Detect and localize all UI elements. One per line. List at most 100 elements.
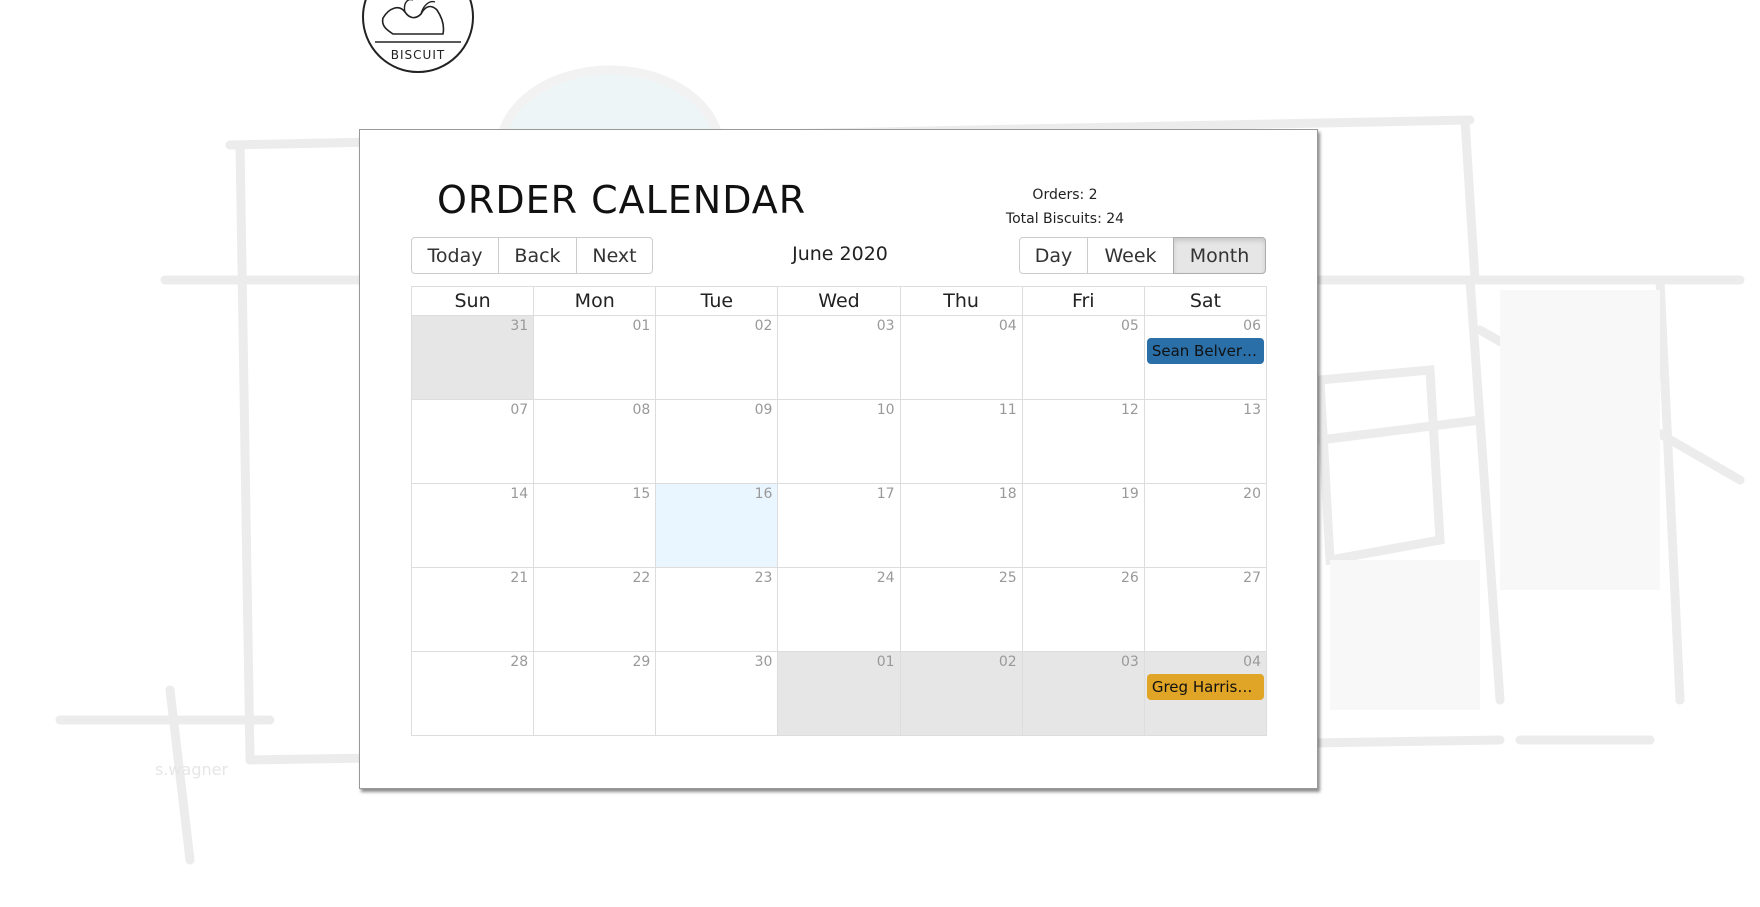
navigation-buttons: Today Back Next (411, 237, 653, 274)
page-title: ORDER CALENDAR (437, 178, 807, 222)
day-number: 11 (998, 402, 1017, 418)
day-cell[interactable]: 05 (1021, 316, 1144, 399)
weekday-fri: Fri (1021, 287, 1144, 315)
day-number: 29 (632, 654, 651, 670)
week-row: 31 01 02 03 04 05 06 Sean Belverst... (411, 316, 1267, 400)
day-number: 02 (754, 318, 773, 334)
weekday-sun: Sun (454, 290, 491, 312)
day-cell[interactable]: 26 (1021, 568, 1144, 651)
next-button[interactable]: Next (576, 237, 653, 274)
day-cell[interactable]: 14 (412, 484, 534, 567)
back-button[interactable]: Back (498, 237, 577, 274)
order-event-greg[interactable]: Greg Harrison ... (1146, 674, 1264, 700)
week-row: 28 29 30 01 02 03 04 Greg Harrison ... (411, 652, 1267, 736)
day-view-button[interactable]: Day (1019, 237, 1088, 274)
weekday-mon: Mon (533, 287, 655, 315)
current-month-label: June 2020 (792, 243, 888, 265)
day-cell[interactable]: 24 (777, 568, 900, 651)
day-cell[interactable]: 01 (533, 316, 656, 399)
weekday-thu: Thu (899, 287, 1022, 315)
day-cell[interactable]: 01 (777, 652, 900, 735)
day-number: 31 (510, 318, 529, 334)
day-cell[interactable]: 21 (412, 568, 534, 651)
day-cell[interactable]: 10 (777, 400, 900, 483)
day-cell[interactable]: 12 (1021, 400, 1144, 483)
day-number: 04 (1243, 654, 1261, 670)
day-cell[interactable]: 30 (655, 652, 778, 735)
day-cell[interactable]: 13 (1143, 400, 1266, 483)
day-cell[interactable]: 02 (655, 316, 778, 399)
day-cell[interactable]: 23 (655, 568, 778, 651)
week-view-button[interactable]: Week (1087, 237, 1174, 274)
week-row: 21 22 23 24 25 26 27 (411, 568, 1267, 652)
day-cell[interactable]: 27 (1143, 568, 1266, 651)
month-view-button[interactable]: Month (1173, 237, 1266, 274)
day-cell[interactable]: 29 (533, 652, 656, 735)
day-cell[interactable]: 25 (899, 568, 1022, 651)
day-cell[interactable]: 15 (533, 484, 656, 567)
day-number: 09 (754, 402, 773, 418)
today-cell[interactable]: 16 (655, 484, 778, 567)
day-number: 14 (510, 486, 529, 502)
week-row: 07 08 09 10 11 12 13 (411, 400, 1267, 484)
day-number: 24 (876, 570, 895, 586)
day-cell[interactable]: 28 (412, 652, 534, 735)
day-number: 23 (754, 570, 773, 586)
order-event-sean[interactable]: Sean Belverst... (1146, 338, 1264, 364)
biscuit-logo: BISCUIT (362, 0, 474, 73)
weekday-sat: Sat (1143, 287, 1266, 315)
weekday-wed: Wed (777, 287, 899, 315)
order-calendar-card: ORDER CALENDAR Orders: 2 Total Biscuits:… (359, 129, 1318, 789)
day-number: 03 (876, 318, 895, 334)
day-number: 05 (1121, 318, 1139, 334)
day-number: 01 (632, 318, 651, 334)
day-cell[interactable]: 06 Sean Belverst... (1143, 316, 1266, 399)
day-cell[interactable]: 17 (777, 484, 900, 567)
day-cell[interactable]: 08 (533, 400, 656, 483)
day-number: 22 (632, 570, 651, 586)
day-number: 01 (876, 654, 895, 670)
day-number: 06 (1243, 318, 1261, 334)
day-cell[interactable]: 22 (533, 568, 656, 651)
day-number: 26 (1121, 570, 1139, 586)
day-number: 27 (1243, 570, 1261, 586)
day-number: 12 (1121, 402, 1139, 418)
day-number: 10 (876, 402, 895, 418)
day-cell[interactable]: 04 (899, 316, 1022, 399)
day-cell[interactable]: 04 Greg Harrison ... (1143, 652, 1266, 735)
illustration-signature: s.wagner (155, 760, 228, 779)
day-cell[interactable]: 07 (412, 400, 534, 483)
day-cell[interactable]: 03 (1021, 652, 1144, 735)
order-stats: Orders: 2 Total Biscuits: 24 (980, 183, 1150, 231)
day-number: 02 (998, 654, 1017, 670)
day-cell[interactable]: 18 (899, 484, 1022, 567)
view-switcher: Day Week Month (1019, 237, 1266, 274)
today-button[interactable]: Today (411, 237, 499, 274)
weekday-header: Sun Mon Tue Wed Thu Fri Sat (411, 286, 1267, 316)
day-number: 07 (510, 402, 529, 418)
day-cell[interactable]: 20 (1143, 484, 1266, 567)
day-number: 03 (1121, 654, 1139, 670)
day-cell[interactable]: 02 (899, 652, 1022, 735)
day-number: 19 (1121, 486, 1139, 502)
day-cell[interactable]: 03 (777, 316, 900, 399)
day-number: 30 (754, 654, 773, 670)
day-number: 15 (632, 486, 651, 502)
month-grid: Sun Mon Tue Wed Thu Fri Sat 31 01 02 03 … (411, 286, 1267, 736)
day-number: 17 (876, 486, 895, 502)
day-number: 16 (754, 486, 773, 502)
day-number: 21 (510, 570, 529, 586)
orders-count: Orders: 2 (1032, 187, 1098, 203)
day-number: 08 (632, 402, 651, 418)
total-biscuits: Total Biscuits: 24 (1005, 211, 1125, 227)
day-number: 18 (998, 486, 1017, 502)
logo-text: BISCUIT (391, 48, 445, 62)
day-number: 04 (998, 318, 1017, 334)
day-cell[interactable]: 31 (412, 316, 534, 399)
day-number: 28 (510, 654, 529, 670)
day-cell[interactable]: 11 (899, 400, 1022, 483)
day-number: 20 (1243, 486, 1261, 502)
day-cell[interactable]: 09 (655, 400, 778, 483)
day-cell[interactable]: 19 (1021, 484, 1144, 567)
day-number: 13 (1243, 402, 1261, 418)
